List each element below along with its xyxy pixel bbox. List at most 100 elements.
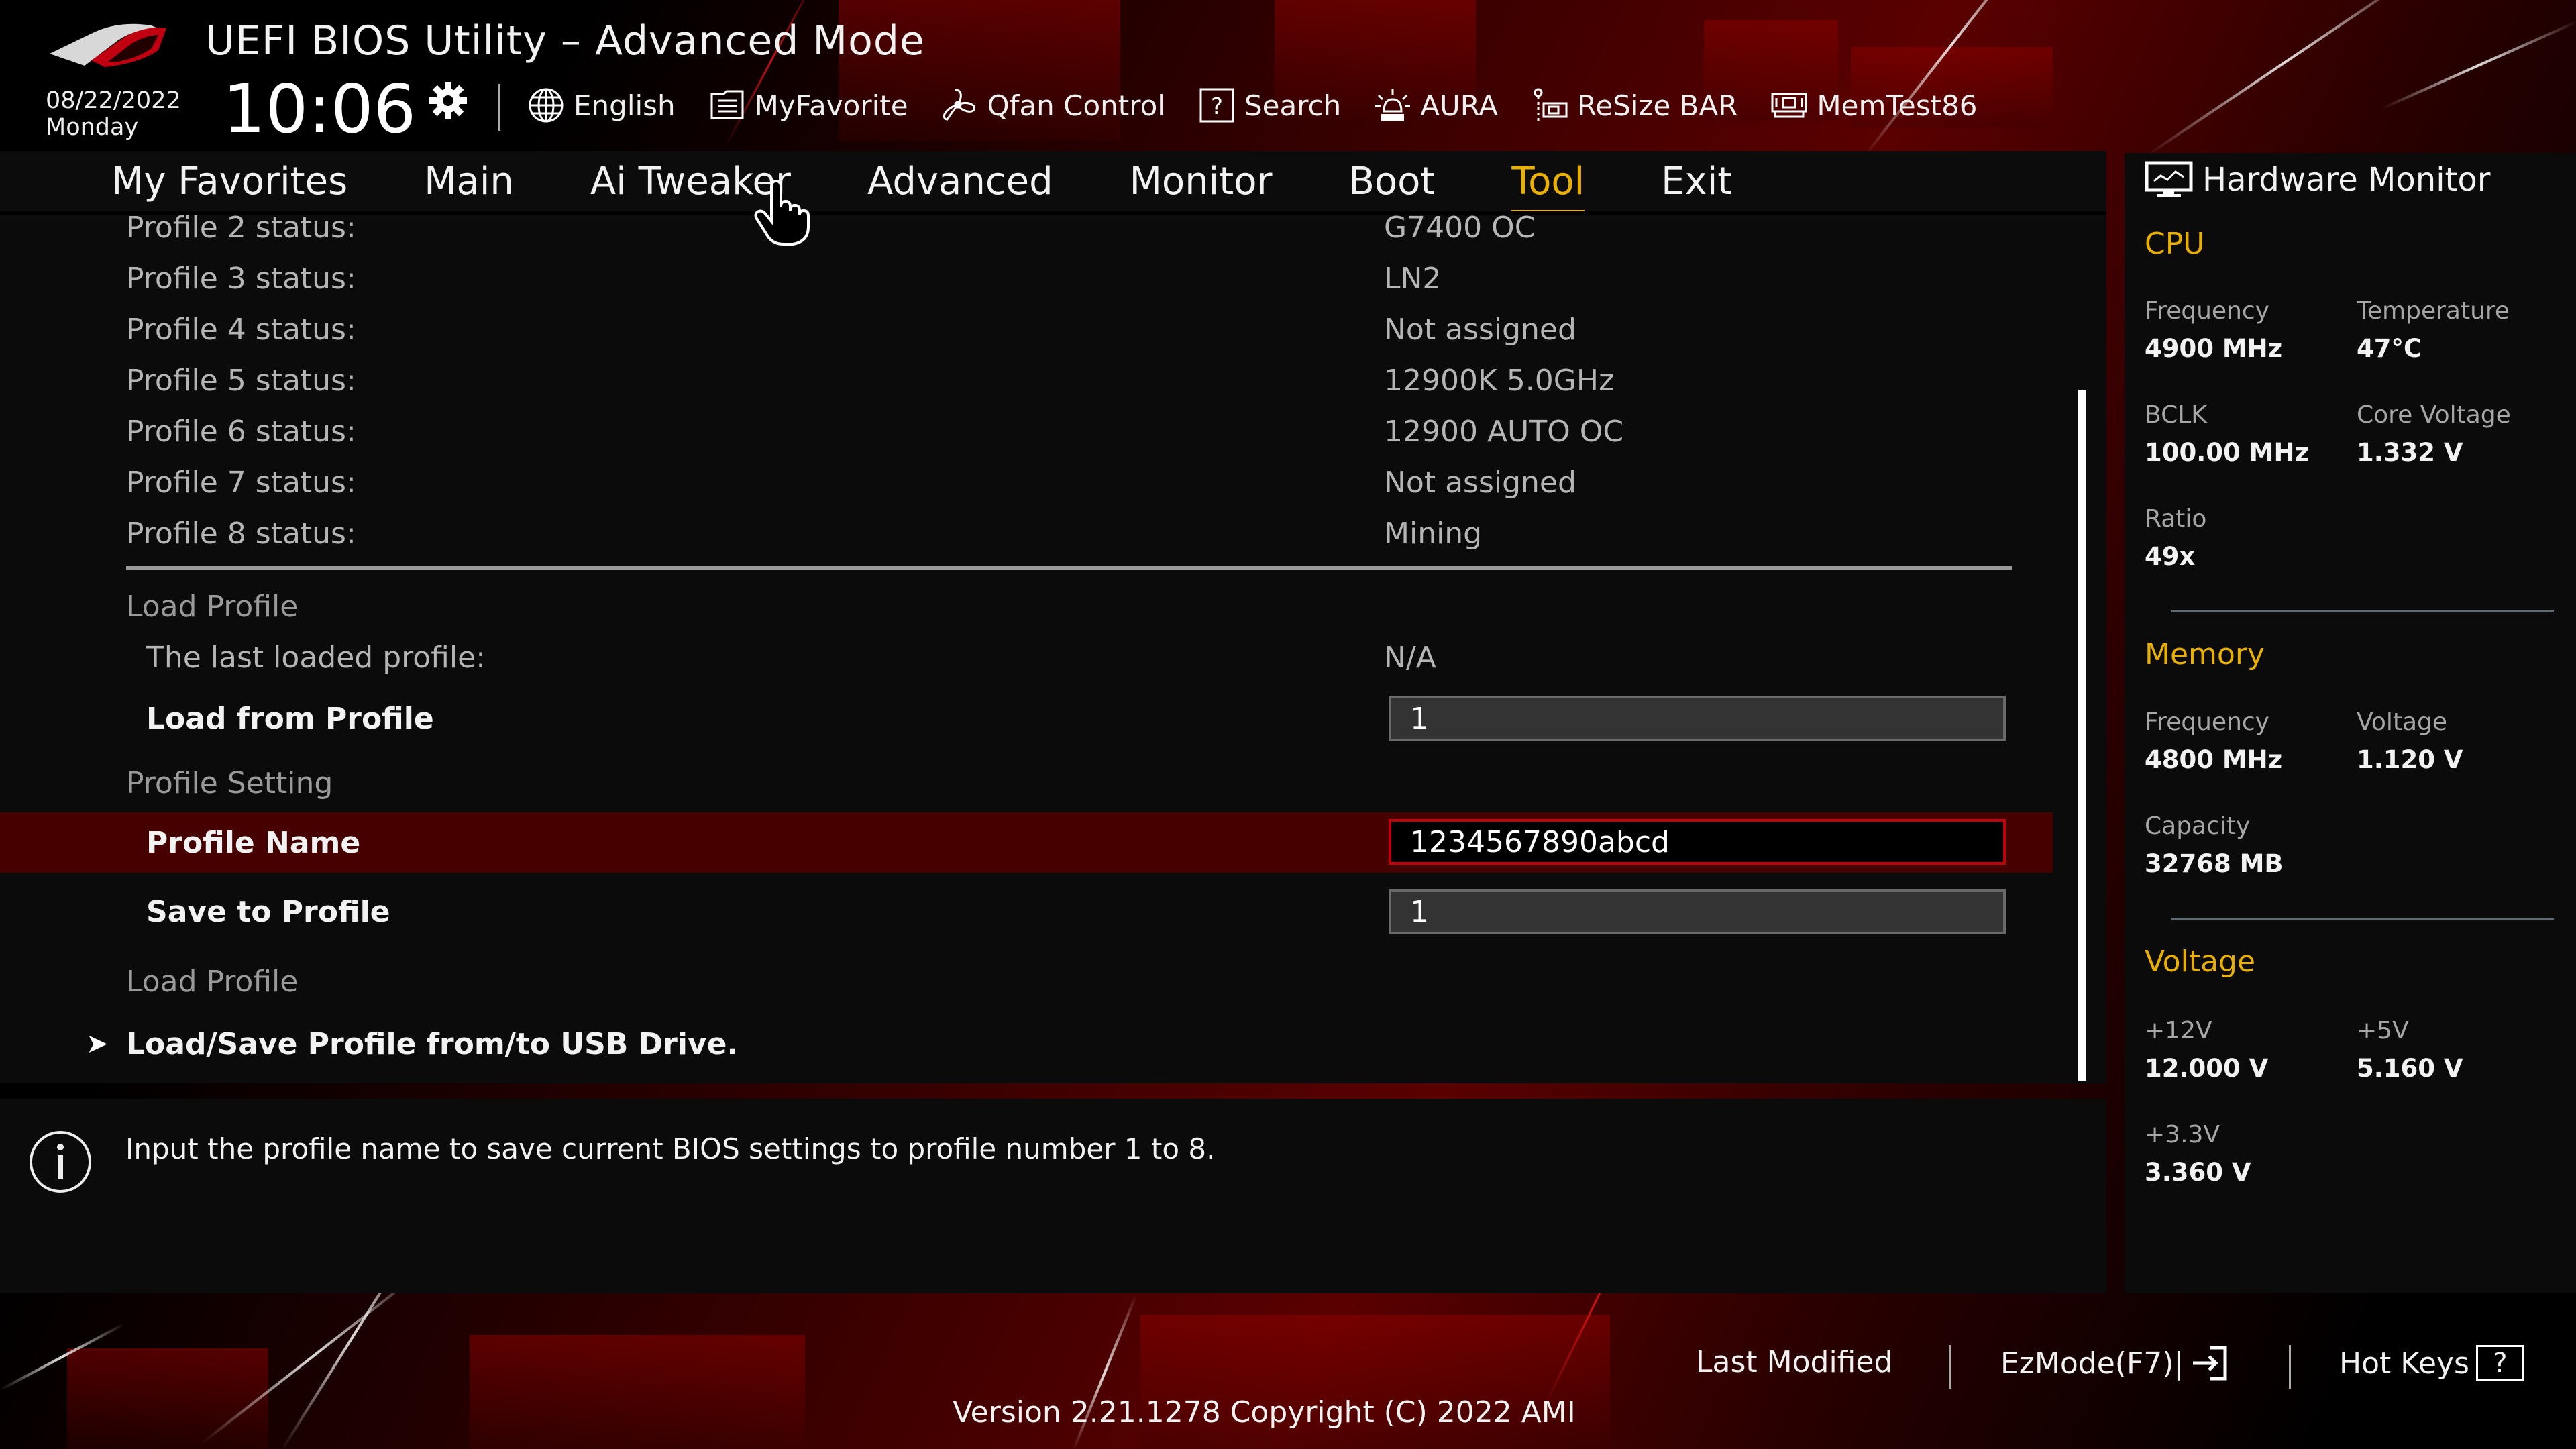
app-title: UEFI BIOS Utility – Advanced Mode [205,17,925,64]
chevron-right-icon: ➤ [86,1028,109,1059]
memory-voltage-label: Voltage [2357,708,2448,736]
favorite-list-icon [710,90,744,119]
voltage-heading: Voltage [2145,945,2256,979]
v5-value: 5.160 V [2357,1054,2463,1083]
ezmode-label: EzMode(F7)| [2000,1346,2184,1381]
profile-status-row: Profile 7 status: Not assigned [0,457,2053,508]
version-text: Version 2.21.1278 Copyright (C) 2022 AMI [953,1395,1576,1430]
v12-label: +12V [2145,1017,2212,1044]
exit-arrow-icon [2193,1346,2227,1381]
gear-icon[interactable] [427,79,470,122]
ratio-label: Ratio [2145,505,2207,533]
profile-status-label: Profile 6 status: [126,414,356,449]
tab-boot[interactable]: Boot [1348,160,1435,203]
toolbar: English MyFavorite Qfan Control ? Search… [527,82,1978,129]
resize-bar-label: ReSize BAR [1576,89,1738,122]
main-tabs: My Favorites Main Ai Tweaker Advanced Mo… [0,151,2106,214]
profile-status-row: Profile 6 status: 12900 AUTO OC [0,406,2053,457]
load-from-profile-label: Load from Profile [146,701,434,736]
save-to-profile-input[interactable]: 1 [1389,889,2006,934]
tab-advanced[interactable]: Advanced [867,160,1053,203]
section-heading: Profile Setting [126,765,333,800]
v5-label: +5V [2357,1017,2409,1044]
footer-divider [1949,1345,1951,1389]
ezmode-button[interactable]: EzMode(F7)| [2000,1345,2228,1381]
v12-value: 12.000 V [2145,1054,2269,1083]
hot-keys-label: Hot Keys [2339,1346,2469,1381]
cpu-temperature-label: Temperature [2357,297,2510,325]
memtest86-button[interactable]: MemTest86 [1770,86,1978,125]
memory-voltage-value: 1.120 V [2357,745,2463,774]
tab-tool[interactable]: Tool [1511,160,1585,214]
save-to-profile-label: Save to Profile [146,894,390,929]
qfan-control-label: Qfan Control [987,89,1165,122]
english-label: English [574,89,676,122]
profile-setting-section: Profile Setting [0,757,2053,808]
footer-divider [2289,1345,2291,1389]
profile-status-value: 12900 AUTO OC [1384,414,1624,449]
cpu-heading: CPU [2145,227,2205,261]
ratio-value: 49x [2145,542,2196,571]
resize-bar-icon [1534,88,1568,122]
aura-label: AURA [1420,89,1498,122]
globe-icon [529,88,564,123]
aura-button[interactable]: AURA [1373,86,1498,125]
tab-main[interactable]: Main [424,160,514,203]
profile-status-label: Profile 8 status: [126,516,356,551]
section-heading: Load Profile [126,964,299,999]
profile-status-value: LN2 [1384,261,1442,296]
tab-my-favorites[interactable]: My Favorites [111,160,347,203]
profile-name-input[interactable]: 1234567890abcd [1389,819,2006,865]
bclk-label: BCLK [2145,401,2207,429]
tab-monitor[interactable]: Monitor [1130,160,1273,203]
section-divider [2171,610,2554,612]
memory-module-icon [1771,93,1807,118]
english-button[interactable]: English [527,86,676,125]
usb-profile-link[interactable]: ➤ Load/Save Profile from/to USB Drive. [0,1018,2053,1069]
tab-exit[interactable]: Exit [1661,160,1732,203]
scrollbar[interactable] [2078,390,2086,1081]
hand-cursor-icon [754,180,810,246]
help-panel: Input the profile name to save current B… [0,1099,2106,1293]
memory-frequency-label: Frequency [2145,708,2269,736]
monitor-icon [2145,161,2193,197]
cpu-frequency-value: 4900 MHz [2145,334,2283,363]
v33-label: +3.3V [2145,1121,2220,1148]
section-divider [126,566,2012,570]
profile-name-label: Profile Name [146,825,361,860]
profile-status-value: G7400 OC [1384,211,1536,245]
last-loaded-value: N/A [1384,640,1436,675]
settings-panel: Profile 2 status: G7400 OC Profile 3 sta… [0,211,2106,1083]
help-question-icon: ? [2475,1345,2524,1381]
section-divider [2171,918,2554,920]
aura-light-icon [1375,89,1411,121]
section-heading: Load Profile [126,589,299,624]
date-display: 08/22/2022 Monday [46,87,181,141]
rog-logo-icon [50,23,166,67]
load-profile-section: Load Profile [0,581,2053,632]
bclk-value: 100.00 MHz [2145,438,2309,467]
profile-status-label: Profile 3 status: [126,261,356,296]
hot-keys-button[interactable]: Hot Keys ? [2339,1345,2524,1381]
svg-text:?: ? [1211,93,1223,120]
memtest86-label: MemTest86 [1817,89,1978,122]
memory-capacity-value: 32768 MB [2145,849,2284,878]
profile-name-row[interactable]: Profile Name 1234567890abcd [0,812,2053,873]
profile-status-row: Profile 2 status: G7400 OC [0,211,2053,253]
v33-value: 3.360 V [2145,1158,2251,1187]
last-modified-label: Last Modified [1696,1345,1893,1379]
save-to-profile-row[interactable]: Save to Profile 1 [0,886,2053,937]
last-modified-button[interactable]: Last Modified [1696,1345,1892,1379]
last-loaded-label: The last loaded profile: [146,640,486,675]
qfan-control-button[interactable]: Qfan Control [941,86,1165,125]
weekday: Monday [46,114,139,141]
search-button[interactable]: ? Search [1197,86,1341,125]
core-voltage-value: 1.332 V [2357,438,2463,467]
memory-frequency-value: 4800 MHz [2145,745,2283,774]
date: 08/22/2022 [46,87,181,114]
myfavorite-button[interactable]: MyFavorite [708,86,908,125]
load-from-profile-input[interactable]: 1 [1389,696,2006,741]
load-from-profile-row[interactable]: Load from Profile 1 [0,693,2053,744]
resize-bar-button[interactable]: ReSize BAR [1530,86,1737,125]
profile-status-label: Profile 2 status: [126,211,356,245]
